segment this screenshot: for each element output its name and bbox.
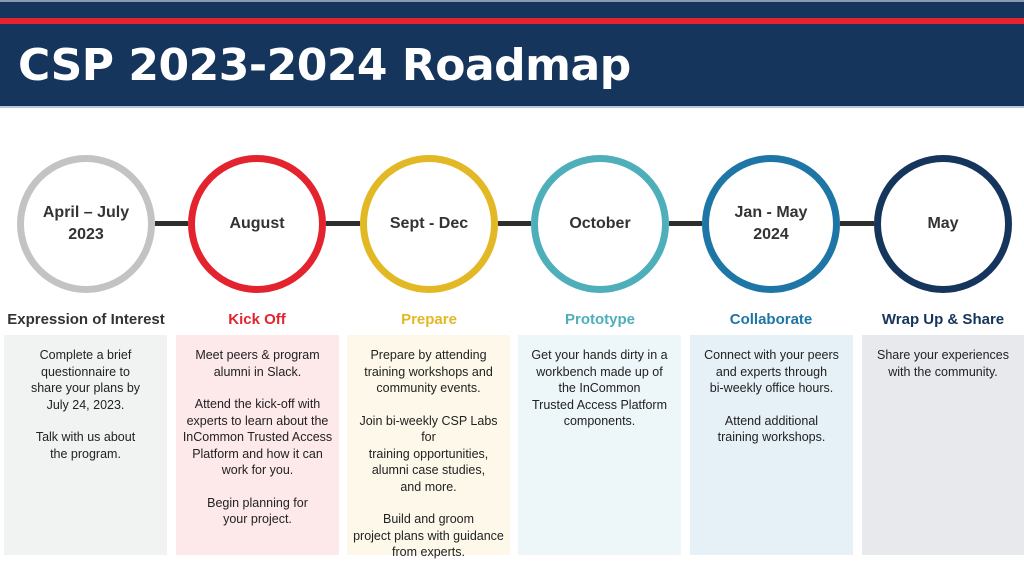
stage-panel: Get your hands dirty in a workbench made… [518,335,681,555]
page-title: CSP 2023-2024 Roadmap [18,40,631,91]
timeline-connector [326,221,360,226]
timeline-connector [669,221,702,226]
milestone-circle: April – July 2023 [17,155,155,293]
stage-panel: Prepare by attending training workshops … [347,335,510,559]
stage-description: Get your hands dirty in a workbench made… [531,348,668,428]
header-top-line [0,0,1024,2]
milestone-period: Jan - May 2024 [734,204,808,243]
milestone-period: Sept - Dec [389,215,469,232]
milestone-period: May [927,215,959,232]
stage-panel: Connect with your peers and experts thro… [690,335,853,555]
stage-description: Attend the kick-off with experts to lear… [182,397,333,477]
stage-description: Join bi-weekly CSP Labs for training opp… [359,413,498,494]
stage-title: Prototype [564,311,635,328]
stage-description: Talk with us about the program. [35,430,136,461]
stage-description: Prepare by attending training workshops … [364,348,493,395]
milestone-period: August [229,215,285,232]
header-banner: CSP 2023-2024 Roadmap [0,0,1024,108]
stage-panel: Meet peers & program alumni in Slack. Att… [176,335,339,555]
stage-description: Connect with your peers and experts thro… [704,348,839,395]
stage-panel: Share your experiences with the communit… [862,335,1024,555]
timeline-connector [498,221,531,226]
milestone-circle: Jan - May 2024 [702,155,840,293]
stage-panel: Complete a brief questionnaire to share … [4,335,167,555]
stage-description: Attend additional training workshops. [717,413,826,445]
stage-title: Prepare [401,311,457,328]
milestone-circle: October [531,155,669,293]
milestone-circle: May [874,155,1012,293]
stage-title: Collaborate [729,311,813,328]
milestone-circle: Sept - Dec [360,155,498,293]
header-accent-line [0,18,1024,24]
stage-description: Build and groom project plans with guida… [353,512,504,559]
timeline-connector [155,221,188,226]
header-bottom-line [0,106,1024,108]
stage-description: Begin planning for your project. [207,495,308,527]
milestone-period: October [569,215,631,232]
stage-title: Wrap Up & Share [881,311,1005,328]
milestone-period: April – July 2023 [42,204,130,243]
stage-description: Meet peers & program alumni in Slack. [195,348,320,379]
stage-description: Complete a brief questionnaire to share … [30,348,141,412]
stage-title: Kick Off [228,311,286,328]
milestone-circle: August [188,155,326,293]
stage-title: Expression of Interest [7,311,165,328]
stage-description: Share your experiences with the communit… [876,348,1010,379]
timeline-connector [840,221,874,226]
